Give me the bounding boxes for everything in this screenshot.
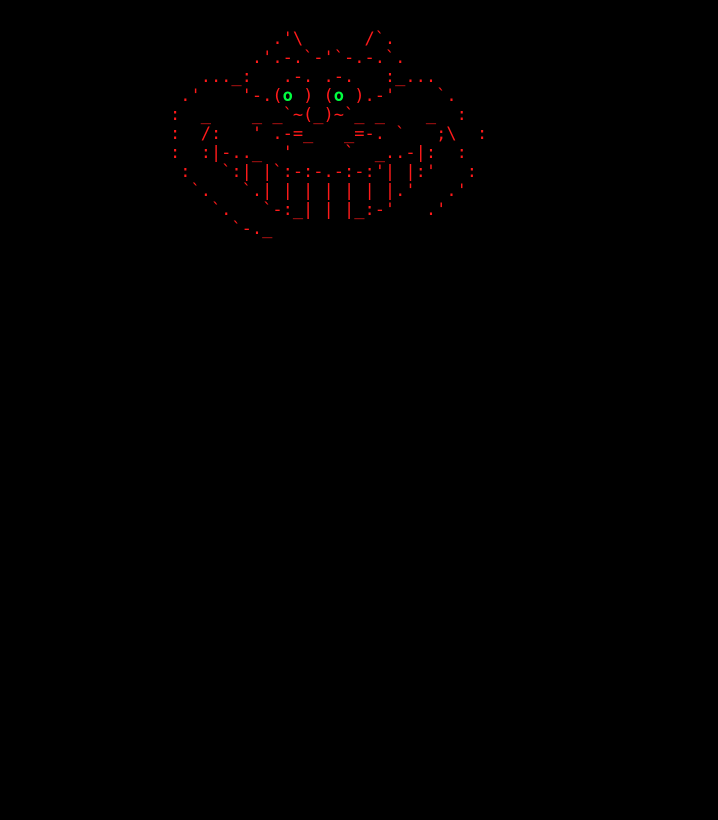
cheshire-cat-ascii-art: .'\ /`. .'.-.`-'`-.-.`. ..._: .-. .-. :_… bbox=[170, 29, 488, 239]
terminal-output: .'\ /`. .'.-.`-'`-.-.`. ..._: .-. .-. :_… bbox=[0, 0, 718, 745]
